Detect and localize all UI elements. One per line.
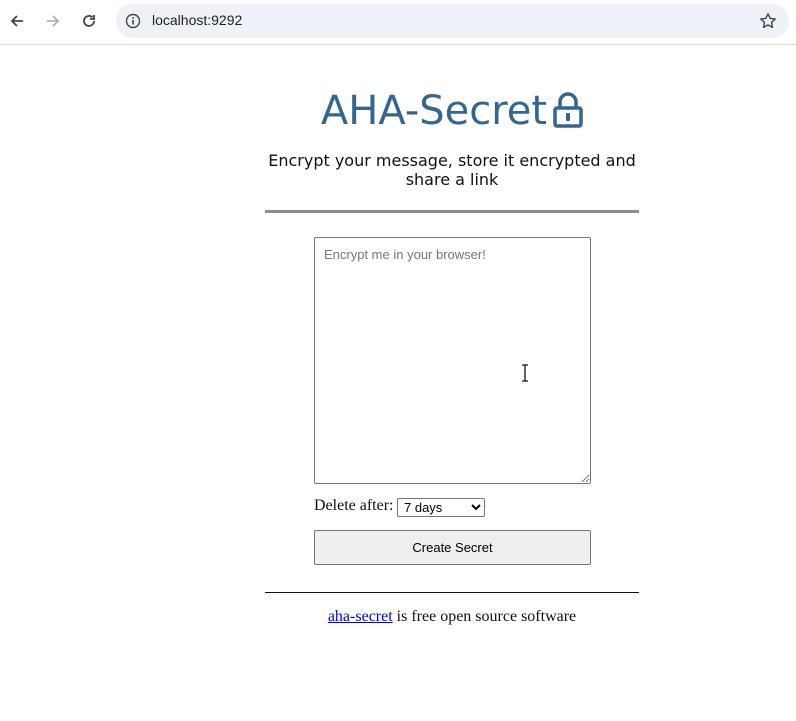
delete-after-label: Delete after: [314, 497, 394, 514]
create-secret-button[interactable]: Create Secret [314, 530, 591, 565]
delete-after-select[interactable]: 7 days [397, 498, 485, 517]
page-title-text: AHA-Secret [320, 88, 548, 134]
arrow-right-icon [47, 15, 60, 27]
footer-text: is free open source software [392, 608, 577, 625]
divider-top [265, 210, 639, 213]
divider-bottom [265, 592, 639, 593]
page-subtitle: Encrypt your message, store it encrypted… [268, 151, 636, 189]
text-cursor-icon [522, 364, 528, 382]
url-text: localhost:9292 [152, 12, 243, 28]
address-bar[interactable]: localhost:9292 [116, 4, 789, 38]
star-icon[interactable] [757, 10, 779, 32]
info-icon[interactable] [124, 12, 142, 30]
back-button[interactable] [4, 8, 30, 34]
page-title: AHA-Secret [265, 84, 639, 142]
footer: aha-secret is free open source software [265, 608, 639, 626]
lock-icon [553, 88, 583, 142]
browser-toolbar: localhost:9292 [0, 0, 796, 45]
reload-icon [83, 15, 95, 27]
secret-message-input[interactable] [314, 237, 591, 484]
aha-secret-link[interactable]: aha-secret [328, 608, 393, 625]
forward-button[interactable] [40, 8, 66, 34]
reload-button[interactable] [76, 8, 102, 34]
arrow-left-icon [10, 15, 23, 27]
